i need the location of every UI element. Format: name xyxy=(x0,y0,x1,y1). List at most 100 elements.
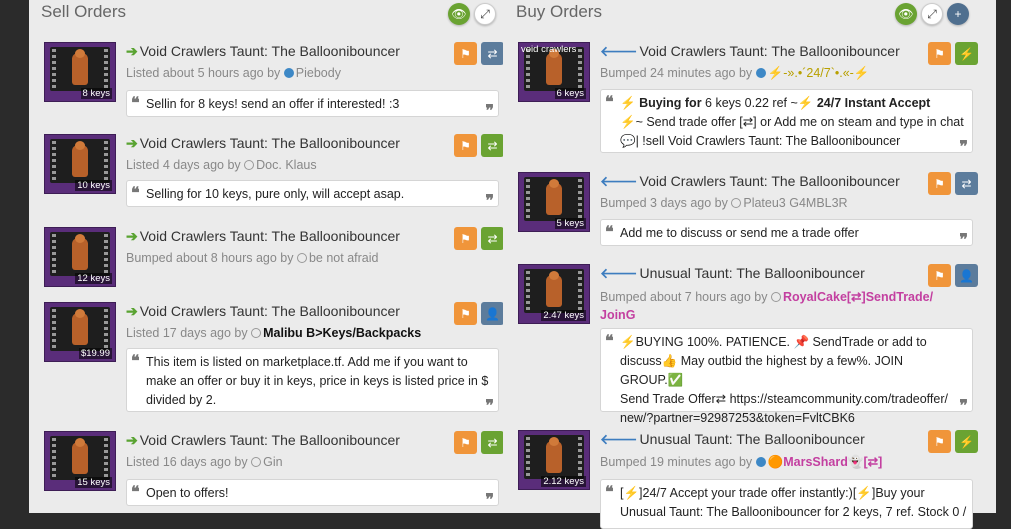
listing-buttons: ⚑ ⇄ xyxy=(454,431,504,454)
listing-buttons: ⚑ ⚡ xyxy=(928,430,978,453)
item-thumbnail[interactable]: $19.99 xyxy=(44,302,116,362)
username[interactable]: Plateu3 G4MBL3R xyxy=(743,196,847,210)
sell-listing: $19.99 ➔ Void Crawlers Taunt: The Balloon… xyxy=(44,302,504,417)
listing-title[interactable]: 🡐 Unusual Taunt: The Balloonibouncer xyxy=(600,431,865,448)
listing-title[interactable]: ➔ Void Crawlers Taunt: The Balloonibounce… xyxy=(126,303,400,320)
buy-orders-panel: Buy Orders 👁 ⤢ + void crawlers 6 keys 🡐 V… xyxy=(503,0,996,529)
item-thumbnail[interactable]: 8 keys xyxy=(44,42,116,102)
listing-buttons: ⚑ ⇄ xyxy=(454,227,504,250)
add-friend-icon[interactable]: 👤 xyxy=(481,302,504,325)
sell-orders-panel: Sell Orders 👁 ⤢ 8 keys ➔ Void Crawlers Ta… xyxy=(29,0,522,513)
flag-icon[interactable]: ⚑ xyxy=(454,42,477,65)
buy-listing: 2.47 keys 🡐 Unusual Taunt: The Balloonibo… xyxy=(518,264,978,425)
buy-orders-title: Buy Orders xyxy=(516,2,602,21)
sell-arrow-icon: ➔ xyxy=(126,135,138,151)
add-friend-icon[interactable]: 👤 xyxy=(955,264,978,287)
eye-icon[interactable]: 👁 xyxy=(448,3,470,25)
listing-meta: Listed 4 days ago by Doc. Klaus xyxy=(126,158,317,172)
plus-icon[interactable]: + xyxy=(947,3,969,25)
quote-open-icon: ❝ xyxy=(131,482,140,501)
listing-title[interactable]: ➔ Void Crawlers Taunt: The Balloonibounce… xyxy=(126,228,400,245)
expand-icon[interactable]: ⤢ xyxy=(921,3,943,25)
quote-open-icon: ❝ xyxy=(131,183,140,202)
listing-comment: ❝ ⚡ Buying for 6 keys 0.22 ref ~⚡ 24/7 I… xyxy=(600,89,973,156)
listing-title[interactable]: ➔ Void Crawlers Taunt: The Balloonibounce… xyxy=(126,43,400,60)
sell-listing: 12 keys ➔ Void Crawlers Taunt: The Balloo… xyxy=(44,227,504,289)
expand-icon[interactable]: ⤢ xyxy=(474,3,496,25)
quote-close-icon: ❞ xyxy=(959,230,968,249)
trade-icon[interactable]: ⇄ xyxy=(955,172,978,195)
quote-open-icon: ❝ xyxy=(131,351,140,370)
item-thumbnail[interactable]: 2.47 keys xyxy=(518,264,590,324)
quote-open-icon: ❝ xyxy=(131,93,140,112)
price-label: 6 keys xyxy=(554,88,586,99)
username[interactable]: be not afraid xyxy=(309,251,379,265)
trade-icon[interactable]: ⇄ xyxy=(481,134,504,157)
listing-title[interactable]: 🡐 Void Crawlers Taunt: The Balloonibounce… xyxy=(600,173,900,190)
status-dot-icon xyxy=(244,160,255,170)
username-suffix: [⇄] xyxy=(863,455,883,469)
status-dot-icon xyxy=(251,328,262,338)
buy-arrow-icon: 🡐 xyxy=(600,173,638,189)
listing-meta: Listed 16 days ago by Gin xyxy=(126,455,283,469)
price-label: 5 keys xyxy=(554,218,586,229)
flag-icon[interactable]: ⚑ xyxy=(928,172,951,195)
price-label: 15 keys xyxy=(75,477,112,488)
flag-icon[interactable]: ⚑ xyxy=(928,430,951,453)
sell-orders-actions: 👁 ⤢ xyxy=(448,3,496,25)
listing-title[interactable]: 🡐 Unusual Taunt: The Balloonibouncer xyxy=(600,265,865,282)
trade-icon[interactable]: ⇄ xyxy=(481,227,504,250)
buy-arrow-icon: 🡐 xyxy=(600,43,638,59)
item-thumbnail[interactable]: 10 keys xyxy=(44,134,116,194)
status-dot-icon xyxy=(731,198,742,208)
quote-open-icon: ❝ xyxy=(605,92,614,111)
listing-title[interactable]: ➔ Void Crawlers Taunt: The Balloonibounce… xyxy=(126,135,400,152)
bolt-icon[interactable]: ⚡ xyxy=(955,42,978,65)
listing-meta: Listed 17 days ago by Malibu B>Keys/Back… xyxy=(126,326,422,340)
ghost-icon: 👻 xyxy=(847,455,864,469)
flag-icon[interactable]: ⚑ xyxy=(454,227,477,250)
item-thumbnail[interactable]: 5 keys xyxy=(518,172,590,232)
username[interactable]: Piebody xyxy=(296,66,341,80)
username[interactable]: Malibu B>Keys/Backpacks xyxy=(263,326,421,340)
flag-icon[interactable]: ⚑ xyxy=(454,302,477,325)
listing-meta: Bumped about 7 hours ago by RoyalCake[⇄]… xyxy=(600,290,934,322)
username[interactable]: RoyalCake[⇄]SendTrade/ xyxy=(783,290,933,304)
item-tag: void crawlers xyxy=(521,44,577,55)
username-continued[interactable]: JoinG xyxy=(600,308,635,322)
price-label: 2.47 keys xyxy=(541,310,586,321)
bolt-icon[interactable]: ⚡ xyxy=(955,430,978,453)
item-thumbnail[interactable]: 15 keys xyxy=(44,431,116,491)
listing-meta: Listed about 5 hours ago by Piebody xyxy=(126,66,341,80)
item-thumbnail[interactable]: 12 keys xyxy=(44,227,116,287)
listing-title[interactable]: ➔ Void Crawlers Taunt: The Balloonibounce… xyxy=(126,432,400,449)
username[interactable]: Gin xyxy=(263,455,282,469)
username[interactable]: Doc. Klaus xyxy=(256,158,316,172)
listing-buttons: ⚑ ⚡ xyxy=(928,42,978,65)
flag-icon[interactable]: ⚑ xyxy=(928,264,951,287)
username[interactable]: MarsShard xyxy=(783,455,848,469)
flag-icon[interactable]: ⚑ xyxy=(454,134,477,157)
quote-open-icon: ❝ xyxy=(605,482,614,501)
quote-open-icon: ❝ xyxy=(605,222,614,241)
sell-listing: 10 keys ➔ Void Crawlers Taunt: The Balloo… xyxy=(44,134,504,214)
eye-icon[interactable]: 👁 xyxy=(895,3,917,25)
item-thumbnail[interactable]: void crawlers 6 keys xyxy=(518,42,590,102)
trade-icon[interactable]: ⇄ xyxy=(481,431,504,454)
trade-icon[interactable]: ⇄ xyxy=(481,42,504,65)
flag-icon[interactable]: ⚑ xyxy=(928,42,951,65)
username[interactable]: ⚡-».•´24/7`•.«-⚡ xyxy=(768,66,870,80)
sell-arrow-icon: ➔ xyxy=(126,432,138,448)
item-thumbnail[interactable]: 2.12 keys xyxy=(518,430,590,490)
listing-comment: ❝ Add me to discuss or send me a trade of… xyxy=(600,219,973,249)
status-dot-icon xyxy=(296,253,307,263)
listing-meta: Bumped about 8 hours ago by be not afrai… xyxy=(126,251,379,265)
status-dot-icon xyxy=(251,457,262,467)
listing-meta: Bumped 3 days ago by Plateu3 G4MBL3R xyxy=(600,196,848,210)
listing-comment: ❝ Sellin for 8 keys! send an offer if int… xyxy=(126,90,499,120)
sell-listing: 15 keys ➔ Void Crawlers Taunt: The Balloo… xyxy=(44,431,504,511)
buy-listing: 5 keys 🡐 Void Crawlers Taunt: The Balloon… xyxy=(518,172,978,252)
listing-title[interactable]: 🡐 Void Crawlers Taunt: The Balloonibounce… xyxy=(600,43,900,60)
flag-icon[interactable]: ⚑ xyxy=(454,431,477,454)
listing-meta: Bumped 19 minutes ago by 🟠MarsShard👻[⇄] xyxy=(600,455,883,469)
